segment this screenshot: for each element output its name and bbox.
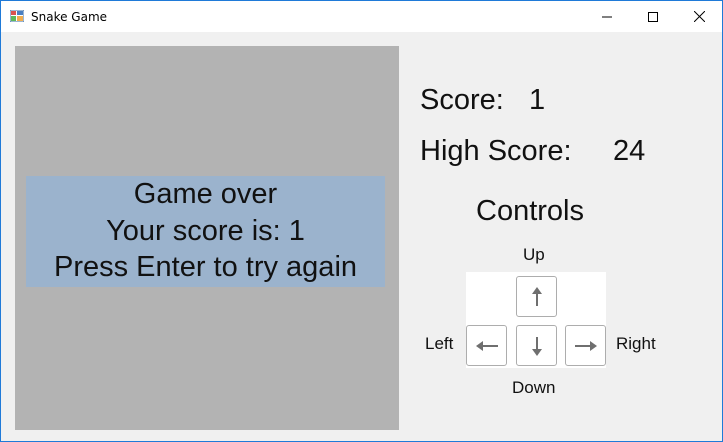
app-window: Snake Game Game over Your score is: 1 Pr… <box>0 0 723 442</box>
final-score-text: Your score is: 1 <box>106 215 305 247</box>
maximize-button[interactable] <box>630 1 676 32</box>
game-over-title: Game over <box>133 178 278 210</box>
game-over-panel: Game over Your score is: 1 Press Enter t… <box>26 176 385 287</box>
score-value: 1 <box>529 84 546 116</box>
down-label: Down <box>512 378 556 397</box>
left-label: Left <box>425 334 454 353</box>
title-bar[interactable]: Snake Game <box>1 1 722 32</box>
window-app-icon <box>10 10 24 22</box>
right-label: Right <box>616 334 656 353</box>
controls-title: Controls <box>476 195 584 227</box>
maximize-icon <box>648 11 658 22</box>
close-icon <box>693 11 705 22</box>
restart-instructions: Press Enter to try again <box>53 251 358 283</box>
high-score-value: 24 <box>613 135 646 167</box>
down-button[interactable] <box>516 325 557 366</box>
arrow-up-icon <box>531 286 542 306</box>
score-label: Score: <box>420 84 504 116</box>
arrow-right-icon <box>574 340 597 351</box>
right-button[interactable] <box>565 325 606 366</box>
high-score-label: High Score: <box>420 135 572 167</box>
minimize-button[interactable] <box>584 1 630 32</box>
arrow-down-icon <box>531 336 542 356</box>
close-button[interactable] <box>676 1 722 32</box>
arrow-left-icon <box>475 340 498 351</box>
left-button[interactable] <box>466 325 507 366</box>
minimize-icon <box>602 16 612 17</box>
game-board: Game over Your score is: 1 Press Enter t… <box>15 46 399 430</box>
up-label: Up <box>523 245 545 264</box>
up-button[interactable] <box>516 276 557 317</box>
window-title: Snake Game <box>31 10 108 24</box>
